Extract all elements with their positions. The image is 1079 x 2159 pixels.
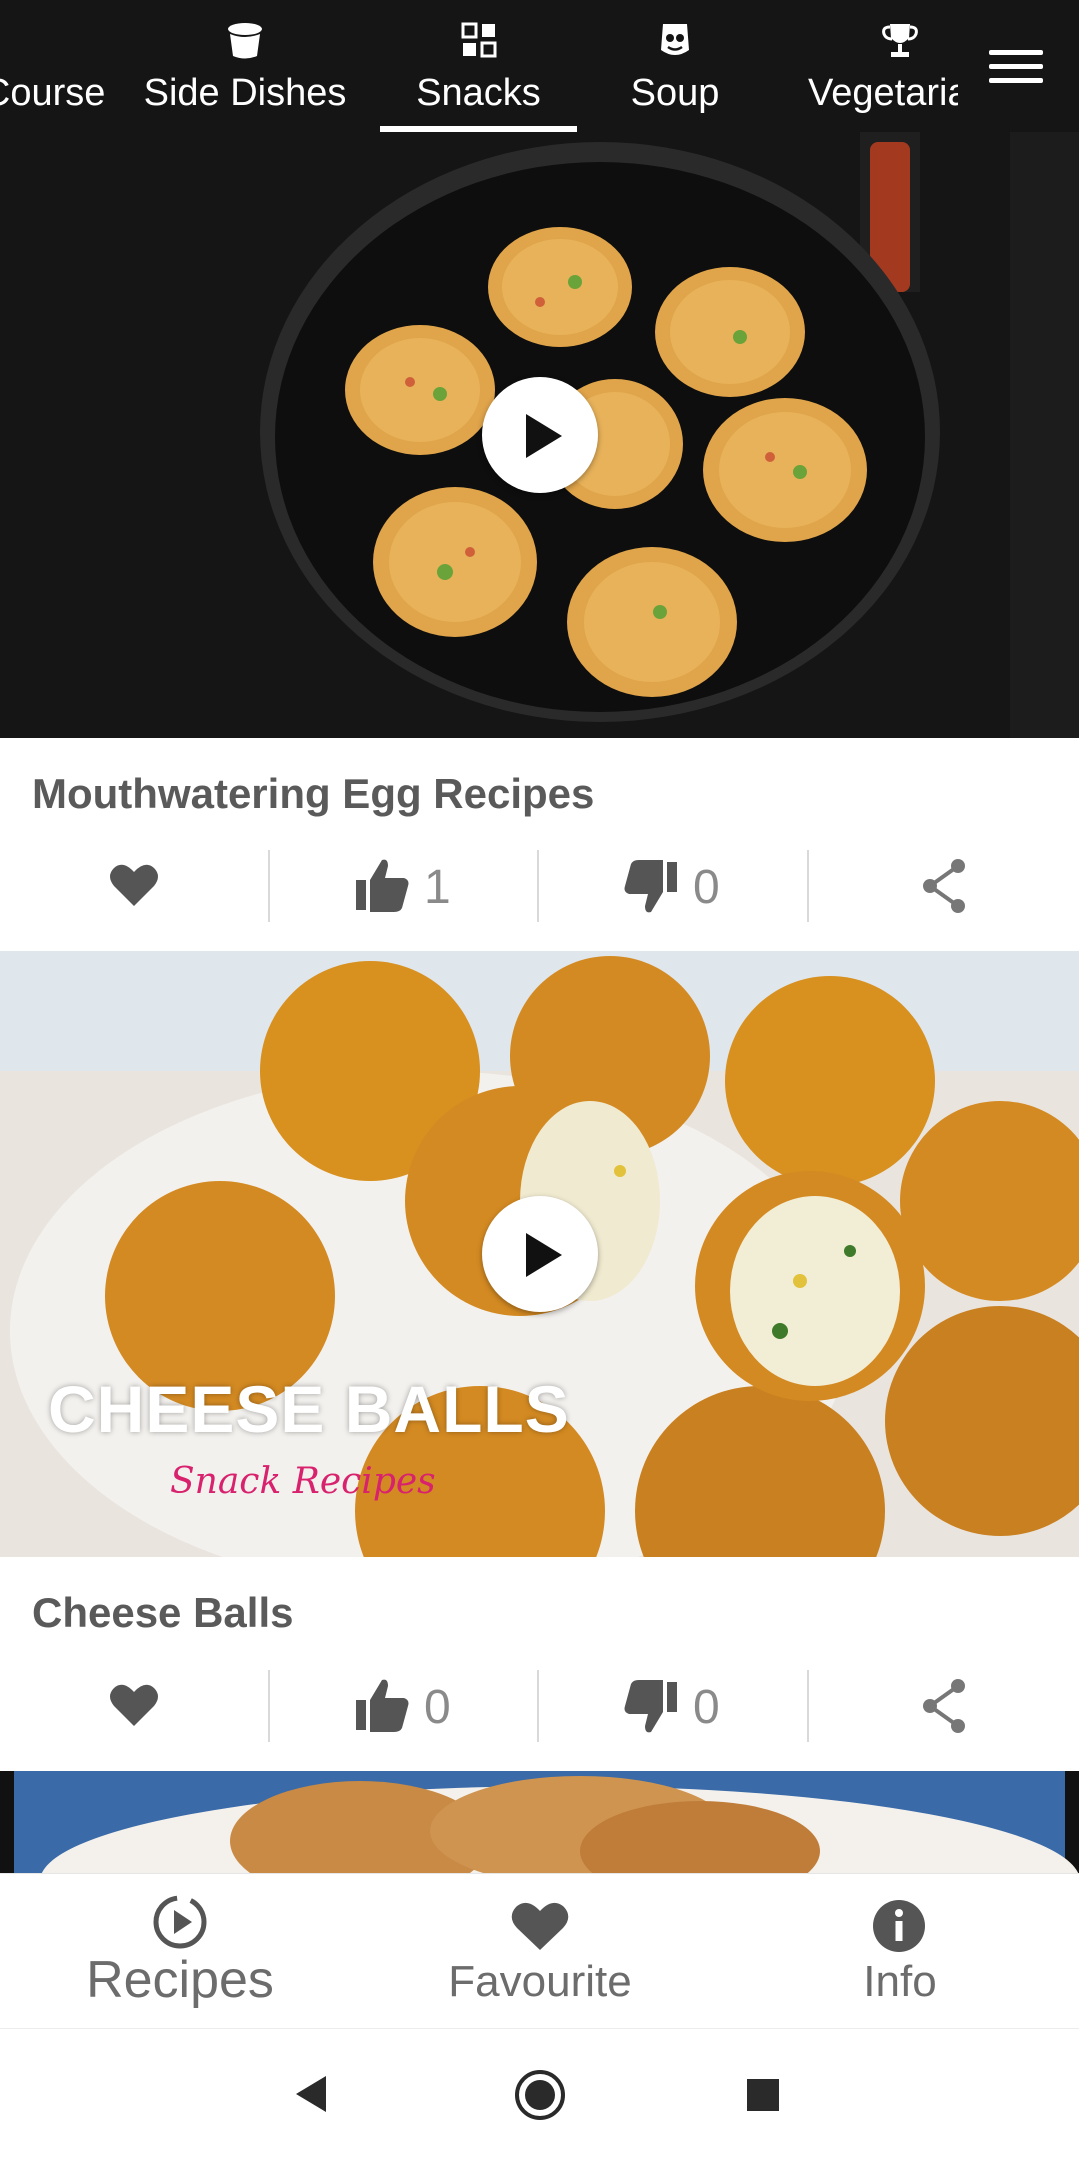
recipe-title[interactable]: Mouthwatering Egg Recipes <box>32 768 594 820</box>
tab-soup[interactable]: Soup <box>595 0 755 132</box>
trophy-icon <box>882 24 918 57</box>
video-thumbnail-cheese-balls[interactable]: CHEESE BALLS Snack Recipes <box>0 951 1079 1557</box>
video-thumbnail-egg-recipes[interactable] <box>0 132 1079 738</box>
menu-area <box>958 0 1079 132</box>
thumbnail-overlay-title: CHEESE BALLS <box>48 1372 570 1446</box>
thumbs-up-icon <box>356 1679 409 1732</box>
dislike-count: 0 <box>693 861 720 914</box>
nav-label: Recipes <box>86 1951 274 2009</box>
tab-main-course[interactable]: Main Course <box>0 0 106 132</box>
thumbnail-overlay-subtitle: Snack Recipes <box>170 1461 436 1502</box>
heart-icon <box>110 864 158 906</box>
back-icon[interactable] <box>294 2074 330 2114</box>
recipe-actions: 0 0 <box>0 1670 1079 1742</box>
share-icon <box>923 859 965 913</box>
dislike-count: 0 <box>693 1681 720 1734</box>
like-button[interactable]: 1 <box>354 850 514 922</box>
share-icon <box>923 1679 965 1733</box>
nav-recipes[interactable]: Recipes <box>60 1874 300 2029</box>
thumbs-down-icon <box>624 1680 677 1733</box>
tab-label: Soup <box>630 72 720 114</box>
nav-favourite[interactable]: Favourite <box>420 1874 660 2029</box>
heart-icon <box>110 1684 158 1726</box>
like-count: 0 <box>424 1681 451 1734</box>
nav-label: Info <box>863 1957 937 2006</box>
nav-info[interactable]: Info <box>800 1874 1000 2029</box>
like-button[interactable]: 0 <box>354 1670 514 1742</box>
info-icon <box>873 1900 925 1952</box>
dislike-button[interactable]: 0 <box>623 1670 783 1742</box>
play-icon <box>526 414 562 458</box>
category-tab-bar: Main Course Side Dishes Snacks Soup <box>0 0 1079 132</box>
play-button[interactable] <box>482 1196 598 1312</box>
grid-icon <box>461 22 496 58</box>
share-button[interactable] <box>918 850 970 922</box>
pot-icon <box>228 23 262 59</box>
tab-snacks[interactable]: Snacks <box>380 0 577 132</box>
menu-button[interactable] <box>985 46 1045 86</box>
tab-label: Main Course <box>0 72 106 114</box>
soup-face-icon <box>661 24 689 55</box>
favourite-button[interactable] <box>108 850 162 922</box>
divider <box>537 1670 539 1742</box>
recents-icon[interactable] <box>745 2077 781 2113</box>
divider <box>268 850 270 922</box>
video-thumbnail-next[interactable] <box>0 1771 1079 1873</box>
tab-label: Snacks <box>416 72 541 114</box>
tab-side-dishes[interactable]: Side Dishes <box>130 0 360 132</box>
like-count: 1 <box>424 861 451 914</box>
play-circle-icon <box>153 1895 207 1949</box>
thumbs-down-icon <box>624 860 677 913</box>
divider <box>807 1670 809 1742</box>
thumbs-up-icon <box>356 859 409 912</box>
divider <box>537 850 539 922</box>
tab-label: Side Dishes <box>143 72 347 114</box>
play-icon <box>526 1233 562 1277</box>
nav-label: Favourite <box>448 1957 632 2006</box>
dislike-button[interactable]: 0 <box>623 850 783 922</box>
heart-icon <box>511 1902 569 1950</box>
home-icon[interactable] <box>514 2069 566 2121</box>
recipe-title[interactable]: Cheese Balls <box>32 1587 293 1639</box>
pancake-image <box>0 1771 1079 1873</box>
divider <box>268 1670 270 1742</box>
play-button[interactable] <box>482 377 598 493</box>
bottom-navigation: Recipes Favourite Info <box>0 1873 1079 2029</box>
share-button[interactable] <box>918 1670 970 1742</box>
system-navigation-bar <box>0 2028 1079 2159</box>
recipe-actions: 1 0 <box>0 850 1079 922</box>
favourite-button[interactable] <box>108 1670 162 1742</box>
divider <box>807 850 809 922</box>
